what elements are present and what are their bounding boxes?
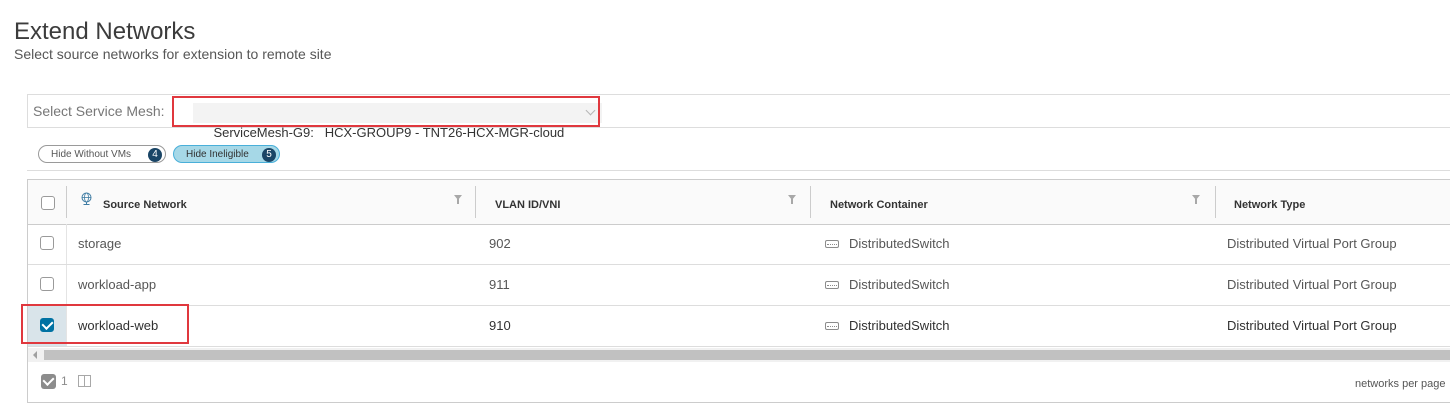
horizontal-scrollbar[interactable] — [28, 348, 1450, 362]
selected-count: 1 — [61, 374, 68, 388]
distributed-switch-icon — [825, 322, 839, 330]
page-title: Extend Networks — [14, 18, 196, 45]
cell-vlan: 902 — [489, 236, 511, 251]
scroll-left-arrow-icon[interactable] — [33, 351, 37, 359]
row-checkbox-cell — [28, 224, 67, 264]
service-mesh-highlight — [172, 96, 600, 127]
datagrid-header: Source Network VLAN ID/VNI Network Conta… — [28, 180, 1450, 225]
column-header-label: Network Type — [1234, 199, 1306, 211]
column-separator — [810, 186, 811, 218]
cell-network-type: Distributed Virtual Port Group — [1227, 236, 1397, 251]
table-row[interactable]: storage 902 DistributedSwitch Distribute… — [28, 224, 1450, 265]
cell-network-container: DistributedSwitch — [849, 277, 950, 292]
column-header-network-container[interactable]: Network Container — [830, 180, 1180, 224]
row-checkbox[interactable] — [40, 236, 54, 250]
table-row[interactable]: workload-app 911 DistributedSwitch Distr… — [28, 265, 1450, 306]
cell-network-container: DistributedSwitch — [849, 236, 950, 251]
cell-network-type: Distributed Virtual Port Group — [1227, 277, 1397, 292]
network-globe-icon — [81, 192, 92, 205]
column-header-label: Source Network — [103, 199, 187, 211]
column-separator — [475, 186, 476, 218]
column-separator — [1215, 186, 1216, 218]
cell-source-network: storage — [78, 236, 122, 251]
column-header-network-type[interactable]: Network Type — [1234, 180, 1434, 224]
cell-source-network: workload-app — [78, 277, 157, 292]
filter-bar: Hide Without VMs 4 Hide Ineligible 5 — [27, 140, 1450, 171]
filter-hide-ineligible[interactable]: Hide Ineligible 5 — [173, 145, 280, 163]
service-mesh-selected-value: ServiceMesh-G9: HCX-GROUP9 - TNT26-HCX-M… — [213, 125, 565, 140]
datagrid-footer: 1 networks per page — [28, 364, 1450, 402]
page-subtitle: Select source networks for extension to … — [14, 46, 332, 62]
scrollbar-thumb[interactable] — [44, 350, 1450, 360]
column-filter-icon[interactable] — [454, 195, 462, 204]
select-all-checkbox[interactable] — [41, 196, 55, 210]
filter-label: Hide Without VMs — [51, 149, 132, 160]
row-checkbox[interactable] — [40, 277, 54, 291]
filter-count-badge: 4 — [148, 148, 162, 162]
service-mesh-label: Select Service Mesh: — [33, 103, 165, 119]
per-page-label: networks per page — [1355, 378, 1446, 390]
distributed-switch-icon — [825, 240, 839, 248]
row-checkbox-cell — [28, 265, 67, 305]
column-header-source-network[interactable]: Source Network — [103, 180, 473, 224]
column-filter-icon[interactable] — [1192, 195, 1200, 204]
column-separator — [66, 186, 67, 218]
selected-row-highlight — [21, 304, 189, 344]
cell-vlan: 911 — [489, 277, 510, 292]
column-header-vlan[interactable]: VLAN ID/VNI — [495, 180, 795, 224]
selected-count-checkbox-icon — [41, 374, 56, 389]
cell-network-container: DistributedSwitch — [849, 318, 950, 333]
column-filter-icon[interactable] — [788, 195, 796, 204]
distributed-switch-icon — [825, 281, 839, 289]
column-header-label: Network Container — [830, 199, 928, 211]
cell-vlan: 910 — [489, 318, 511, 333]
filter-hide-without-vms[interactable]: Hide Without VMs 4 — [38, 145, 166, 163]
cell-network-type: Distributed Virtual Port Group — [1227, 318, 1397, 333]
column-header-label: VLAN ID/VNI — [495, 199, 561, 211]
column-toggle-icon[interactable] — [78, 375, 91, 387]
filter-label: Hide Ineligible — [186, 149, 249, 160]
table-row-selected[interactable]: workload-web 910 DistributedSwitch Distr… — [28, 306, 1450, 347]
filter-count-badge: 5 — [262, 148, 276, 162]
networks-datagrid: Source Network VLAN ID/VNI Network Conta… — [27, 179, 1450, 403]
